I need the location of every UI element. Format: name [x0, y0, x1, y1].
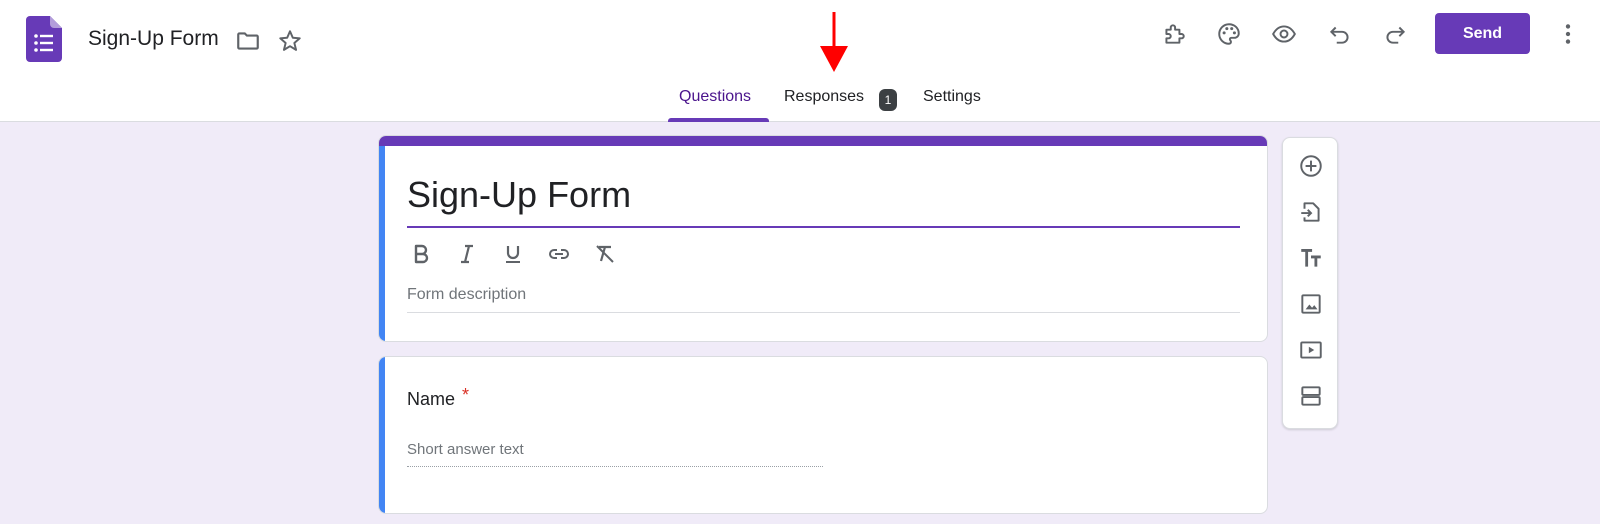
form-title[interactable]: Sign-Up Form: [407, 174, 631, 216]
form-title-card[interactable]: Sign-Up Form Form description: [378, 135, 1268, 342]
underline-icon[interactable]: [498, 239, 528, 269]
form-description[interactable]: Form description: [407, 286, 526, 304]
responses-count-badge: 1: [879, 89, 897, 111]
add-title-icon[interactable]: [1297, 244, 1325, 272]
send-button[interactable]: Send: [1435, 13, 1530, 54]
bold-icon[interactable]: [406, 239, 436, 269]
import-questions-icon[interactable]: [1297, 198, 1325, 226]
red-arrow-icon: [820, 12, 848, 72]
add-ons-icon[interactable]: [1160, 20, 1188, 48]
question-card[interactable]: Name * Short answer text: [378, 356, 1268, 514]
add-video-icon[interactable]: [1297, 336, 1325, 364]
title-underline: [407, 226, 1240, 228]
add-image-icon[interactable]: [1297, 290, 1325, 318]
document-title[interactable]: Sign-Up Form: [88, 27, 219, 51]
preview-icon[interactable]: [1270, 20, 1298, 48]
tab-bar: Questions Responses 1 Settings: [0, 78, 1600, 122]
short-answer-placeholder: Short answer text: [407, 441, 524, 458]
clear-format-icon[interactable]: [590, 239, 620, 269]
answer-underline: [407, 466, 823, 467]
folder-icon[interactable]: [234, 27, 262, 55]
redo-icon[interactable]: [1381, 20, 1409, 48]
active-tab-indicator: [668, 118, 769, 122]
forms-logo-icon[interactable]: [26, 16, 62, 62]
star-icon[interactable]: [276, 27, 304, 55]
tab-questions[interactable]: Questions: [679, 88, 751, 106]
card-focus-bar: [379, 357, 385, 513]
link-icon[interactable]: [544, 239, 574, 269]
description-underline: [407, 312, 1240, 313]
palette-icon[interactable]: [1215, 20, 1243, 48]
question-label[interactable]: Name: [407, 389, 455, 410]
italic-icon[interactable]: [452, 239, 482, 269]
header: Sign-Up Form Send Questions Responses 1 …: [0, 0, 1600, 122]
add-question-icon[interactable]: [1297, 152, 1325, 180]
tab-responses[interactable]: Responses: [784, 88, 864, 106]
required-asterisk: *: [462, 385, 470, 405]
more-vert-icon[interactable]: [1554, 20, 1582, 48]
add-section-icon[interactable]: [1297, 382, 1325, 410]
undo-icon[interactable]: [1326, 20, 1354, 48]
question-toolbar: [1282, 137, 1338, 429]
card-accent-bar: [379, 136, 1267, 146]
card-focus-bar: [379, 146, 385, 341]
tab-settings[interactable]: Settings: [923, 88, 981, 106]
